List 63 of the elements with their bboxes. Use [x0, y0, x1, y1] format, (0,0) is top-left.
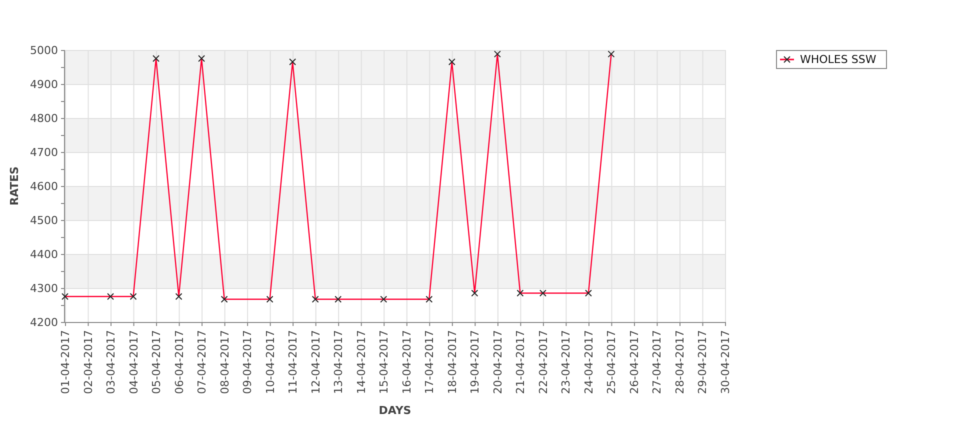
y-axis-title: RATES — [8, 166, 21, 206]
y-tick-label: 4600 — [30, 180, 58, 193]
legend-line-icon — [780, 56, 794, 63]
data-point — [175, 293, 182, 300]
x-tick-label: 17-04-2017 — [423, 330, 436, 394]
data-point — [130, 293, 137, 300]
x-tick-label: 08-04-2017 — [218, 330, 232, 394]
x-tick-label: 27-04-2017 — [650, 330, 664, 394]
y-tick-label: 4700 — [30, 146, 58, 159]
data-point — [608, 50, 615, 58]
data-point — [289, 58, 296, 66]
data-point — [539, 290, 546, 297]
x-tick-label: 25-04-2017 — [605, 330, 618, 394]
x-tick-label: 22-04-2017 — [536, 330, 550, 394]
x-tick-label: 28-04-2017 — [673, 330, 686, 394]
data-point — [220, 296, 228, 303]
data-point — [426, 296, 433, 303]
x-tick-label: 06-04-2017 — [172, 330, 186, 394]
x-tick-label: 03-04-2017 — [104, 330, 118, 394]
x-tick-label: 07-04-2017 — [196, 330, 209, 394]
x-tick-label: 23-04-2017 — [560, 330, 573, 394]
x-tick-label: 02-04-2017 — [82, 330, 95, 394]
x-tick-label: 15-04-2017 — [378, 330, 391, 394]
data-point — [107, 293, 114, 300]
y-tick-label: 4800 — [30, 112, 58, 125]
data-point — [312, 296, 319, 303]
data-point — [152, 55, 160, 62]
x-tick-label: 24-04-2017 — [582, 330, 596, 394]
x-tick-label: 12-04-2017 — [309, 330, 322, 394]
x-axis-title: DAYS — [378, 404, 412, 417]
x-tick-label: 18-04-2017 — [446, 330, 459, 394]
x-tick-label: 26-04-2017 — [628, 330, 641, 394]
x-tick-label: 04-04-2017 — [127, 330, 140, 394]
x-tick-label: 14-04-2017 — [354, 330, 368, 394]
data-point — [62, 293, 68, 300]
y-tick-label: 4200 — [30, 316, 58, 329]
data-point — [516, 290, 524, 297]
x-tick-label: 19-04-2017 — [468, 330, 482, 394]
y-tick-label: 4300 — [30, 282, 58, 295]
data-point — [494, 50, 501, 58]
y-tick-label: 4400 — [30, 248, 58, 261]
x-tick-label: 11-04-2017 — [286, 330, 300, 394]
data-point — [198, 55, 206, 62]
x-tick-label: 05-04-2017 — [150, 330, 164, 394]
y-tick-label: 4500 — [30, 214, 58, 227]
x-tick-label: 01-04-2017 — [59, 330, 72, 394]
x-tick-label: 30-04-2017 — [719, 330, 732, 394]
x-tick-label: 21-04-2017 — [514, 330, 528, 394]
data-point — [334, 296, 342, 303]
data-point — [471, 290, 478, 297]
x-tick-label: 09-04-2017 — [241, 330, 254, 394]
data-point — [448, 58, 456, 66]
x-tick-label: 16-04-2017 — [400, 330, 414, 394]
y-tick-label: 5000 — [30, 44, 58, 57]
x-tick-label: 20-04-2017 — [491, 330, 504, 394]
y-tick-label: 4900 — [30, 78, 58, 91]
legend-label: WHOLES SSW — [800, 53, 876, 66]
data-point — [266, 296, 274, 303]
x-tick-label: 13-04-2017 — [332, 330, 346, 394]
data-point — [584, 290, 592, 297]
data-point — [380, 296, 388, 303]
x-tick-label: 29-04-2017 — [696, 330, 710, 394]
x-tick-label: 10-04-2017 — [264, 330, 277, 394]
